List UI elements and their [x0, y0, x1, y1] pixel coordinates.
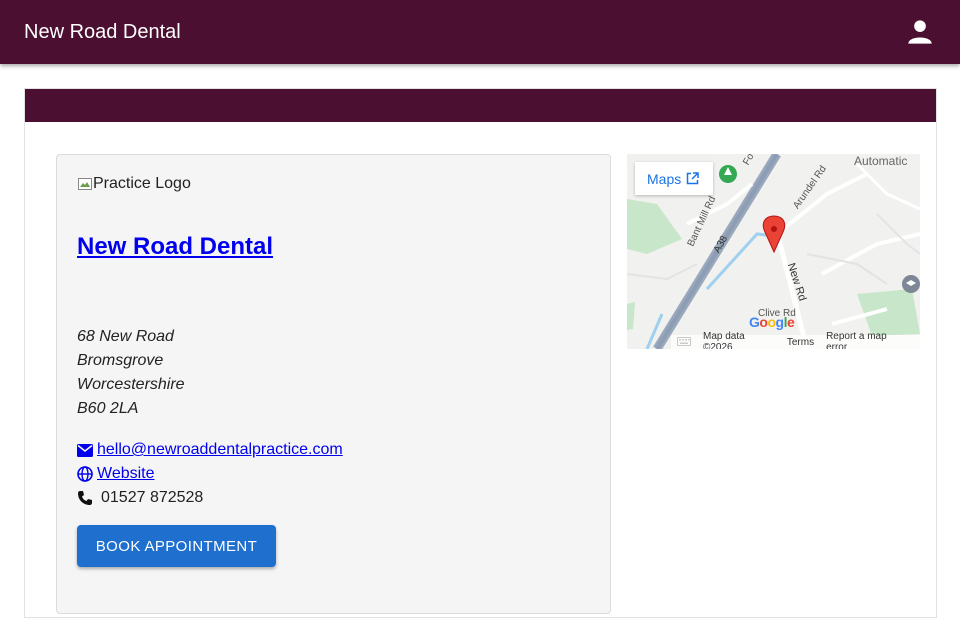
email-text: hello@newroaddentalpractice.com: [97, 441, 343, 458]
practice-logo-alt: Practice Logo: [93, 175, 191, 192]
google-logo: Google: [749, 314, 795, 330]
map-data-text: Map data ©2026: [703, 331, 745, 349]
website-link[interactable]: Website: [77, 462, 155, 486]
map-label: Automatic: [854, 154, 908, 168]
card-header-band: [25, 89, 936, 122]
address-line: 68 New Road: [77, 328, 174, 345]
contact-list: hello@newroaddentalpractice.com Website …: [77, 438, 343, 510]
email-row: hello@newroaddentalpractice.com: [77, 438, 343, 462]
practice-address: 68 New Road Bromsgrove Worcestershire B6…: [77, 325, 185, 421]
email-link[interactable]: hello@newroaddentalpractice.com: [77, 438, 343, 462]
phone-row: 01527 872528: [77, 486, 343, 510]
practice-logo: Practice Logo: [77, 175, 191, 193]
website-text: Website: [97, 465, 155, 482]
maps-button-label: Maps: [647, 170, 682, 187]
phone-text: 01527 872528: [101, 489, 204, 506]
app-header: New Road Dental: [0, 0, 960, 64]
address-line: Worcestershire: [77, 376, 185, 393]
app-title: New Road Dental: [24, 20, 181, 43]
phone-icon: [78, 491, 92, 505]
globe-icon: [77, 466, 93, 482]
report-error-link[interactable]: Report a map error: [826, 331, 908, 349]
envelope-icon: [77, 443, 93, 457]
map-attribution: Map data ©2026 Terms Report a map error: [671, 331, 920, 349]
open-in-maps-button[interactable]: Maps: [635, 162, 713, 195]
map-embed[interactable]: Maps Automatic Fo Arundel Rd Bant Mill R…: [627, 154, 920, 349]
website-row: Website: [77, 462, 343, 486]
practice-name-link[interactable]: New Road Dental: [77, 233, 273, 261]
address-line: B60 2LA: [77, 400, 139, 417]
terms-link[interactable]: Terms: [787, 337, 814, 348]
external-link-icon: [686, 172, 699, 185]
address-line: Bromsgrove: [77, 352, 164, 369]
broken-image-icon: [78, 178, 92, 190]
book-appointment-button[interactable]: BOOK APPOINTMENT: [77, 525, 276, 567]
account-icon[interactable]: [906, 18, 934, 46]
practice-info-panel: Practice Logo New Road Dental 68 New Roa…: [56, 154, 611, 614]
